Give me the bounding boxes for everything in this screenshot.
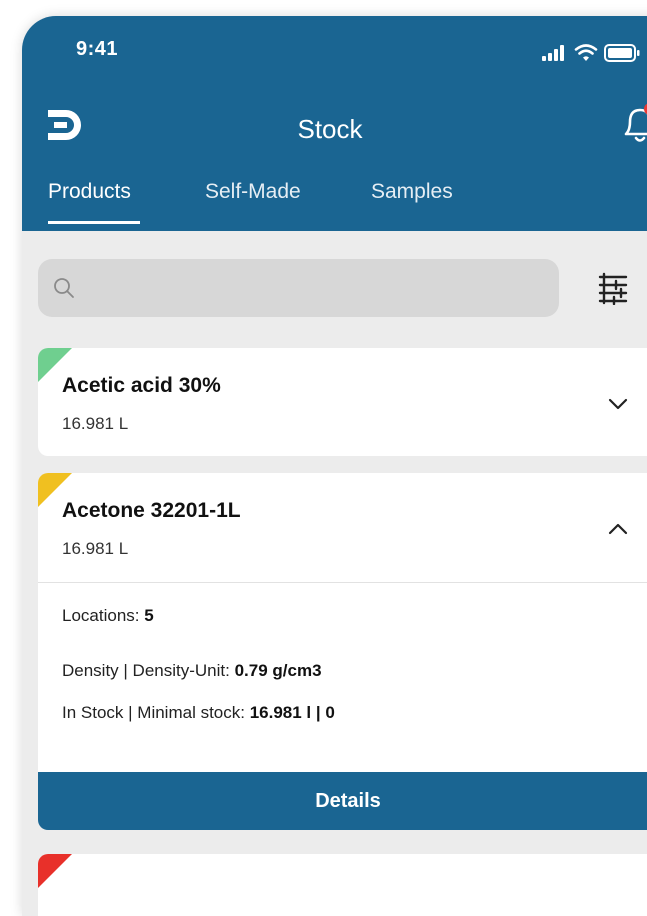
product-quantity: 16.981 L xyxy=(62,539,129,558)
status-icons xyxy=(542,44,640,62)
tab-samples[interactable]: Samples xyxy=(371,180,453,224)
status-time: 9:41 xyxy=(76,38,119,60)
page-title: Stock xyxy=(297,114,363,144)
product-card-acetone[interactable]: Acetone 32201-1L 16.981 L Locations: 5 D… xyxy=(38,473,647,830)
card-divider xyxy=(38,582,647,583)
product-name: Acetone 32201-1L xyxy=(62,499,241,522)
search-icon xyxy=(54,278,74,298)
tab-bar: Products Self-Made Samples xyxy=(22,176,647,231)
chevron-down-icon[interactable] xyxy=(606,392,630,416)
stock-label: In Stock | Minimal stock: xyxy=(62,703,250,722)
density-line: Density | Density-Unit: 0.79 g/cm3 xyxy=(62,661,322,681)
stock-value: 16.981 l | 0 xyxy=(249,703,335,722)
app-header: 9:41 Stock Products Self-Made Samples xyxy=(22,16,647,231)
filter-sliders-icon[interactable] xyxy=(596,271,630,305)
chevron-up-icon[interactable] xyxy=(606,517,630,541)
search-bar[interactable] xyxy=(38,259,559,317)
battery-icon xyxy=(604,44,640,62)
locations-line: Locations: 5 xyxy=(62,606,154,626)
phone-screen: 9:41 Stock Products Self-Made Samples Ac… xyxy=(22,16,647,916)
search-row xyxy=(38,259,647,317)
details-button[interactable]: Details xyxy=(38,772,647,830)
wifi-icon xyxy=(574,44,598,61)
locations-value: 5 xyxy=(144,606,154,625)
product-name: Acetic acid 30% xyxy=(62,374,221,397)
density-value: 0.79 g/cm3 xyxy=(234,661,322,680)
cellular-signal-icon xyxy=(542,45,564,61)
stock-line: In Stock | Minimal stock: 16.981 l | 0 xyxy=(62,703,335,723)
tab-self-made[interactable]: Self-Made xyxy=(205,180,301,224)
tab-products[interactable]: Products xyxy=(48,180,140,224)
product-card-partial[interactable] xyxy=(38,854,647,916)
product-quantity: 16.981 L xyxy=(62,414,129,433)
product-card-acetic-acid[interactable]: Acetic acid 30% 16.981 L xyxy=(38,348,647,456)
density-label: Density | Density-Unit: xyxy=(62,661,235,680)
locations-label: Locations: xyxy=(62,606,145,625)
search-input[interactable] xyxy=(86,276,530,300)
notification-bell-icon[interactable] xyxy=(618,100,647,148)
status-corner xyxy=(38,854,72,888)
